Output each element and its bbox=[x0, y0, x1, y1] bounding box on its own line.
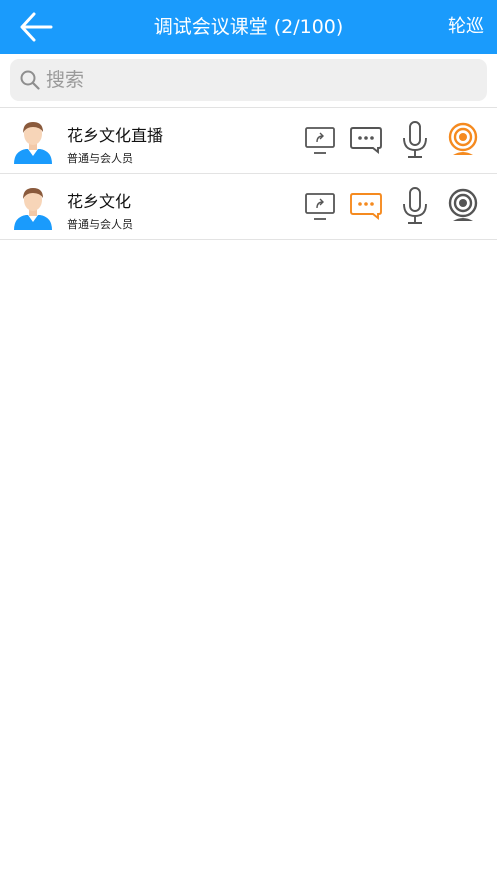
participant-name: 花乡文化直播 bbox=[67, 126, 164, 145]
chat-button[interactable] bbox=[350, 187, 384, 225]
microphone-icon bbox=[403, 121, 427, 158]
avatar-icon bbox=[14, 122, 52, 164]
top-bar: 调试会议课堂 (2/100) 轮巡 bbox=[0, 0, 497, 54]
participant-role: 普通与会人员 bbox=[67, 152, 133, 165]
search-icon bbox=[20, 70, 40, 90]
microphone-icon bbox=[403, 187, 427, 224]
page-title: 调试会议课堂 (2/100) bbox=[153, 16, 344, 38]
participant-role: 普通与会人员 bbox=[67, 218, 133, 231]
microphone-button[interactable] bbox=[398, 187, 432, 225]
screen-share-icon bbox=[305, 193, 335, 220]
search-bar: 搜索 bbox=[0, 54, 497, 108]
search-input[interactable]: 搜索 bbox=[10, 59, 487, 101]
screen-share-button[interactable] bbox=[304, 187, 338, 225]
webcam-icon bbox=[448, 122, 478, 155]
participant-name: 花乡文化 bbox=[67, 192, 132, 211]
webcam-icon bbox=[448, 188, 478, 221]
microphone-button[interactable] bbox=[398, 121, 432, 159]
chat-bubble-icon bbox=[350, 193, 382, 220]
camera-button[interactable] bbox=[446, 121, 480, 159]
participant-row[interactable]: 花乡文化 普通与会人员 bbox=[0, 174, 497, 240]
rotation-button[interactable]: 轮巡 bbox=[448, 0, 484, 54]
chat-bubble-icon bbox=[350, 127, 382, 154]
avatar-icon bbox=[14, 188, 52, 230]
participant-list: 花乡文化直播 普通与会人员 花乡文化 普通与会人员 bbox=[0, 108, 497, 240]
camera-button[interactable] bbox=[446, 187, 480, 225]
participant-row[interactable]: 花乡文化直播 普通与会人员 bbox=[0, 108, 497, 174]
screen-share-icon bbox=[305, 127, 335, 154]
screen-share-button[interactable] bbox=[304, 121, 338, 159]
chat-button[interactable] bbox=[350, 121, 384, 159]
search-placeholder: 搜索 bbox=[46, 69, 85, 91]
